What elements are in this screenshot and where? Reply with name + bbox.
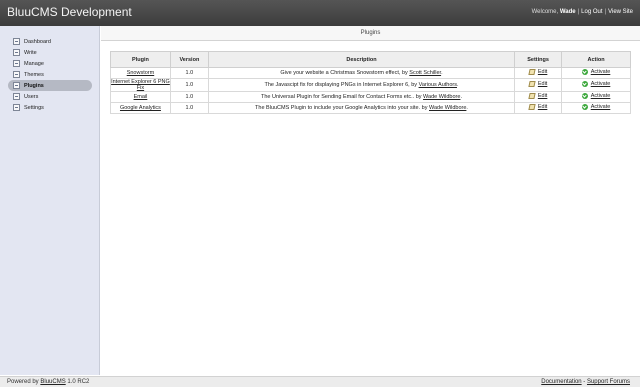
- table-row: Google Analytics 1.0 The BluuCMS Plugin …: [110, 102, 631, 114]
- edit-icon: [528, 81, 536, 87]
- dashboard-icon: [13, 38, 20, 45]
- activate-link[interactable]: Activate: [581, 81, 610, 87]
- sidebar-item-manage[interactable]: Manage: [8, 58, 92, 69]
- top-bar: BluuCMS Development Welcome, Wade | Log Ou…: [0, 0, 640, 26]
- sidebar-item-users[interactable]: Users: [8, 91, 92, 102]
- manage-icon: [13, 60, 20, 67]
- footer: Powered by BluuCMS 1.0 RC2 Documentation…: [0, 376, 640, 387]
- col-version: Version: [169, 51, 209, 68]
- sidebar-item-settings[interactable]: Settings: [8, 102, 92, 113]
- footer-powered-by: Powered by BluuCMS 1.0 RC2: [7, 379, 90, 385]
- user-name: Wade: [559, 9, 576, 15]
- sidebar-item-label: Themes: [24, 71, 44, 78]
- sidebar: Dashboard Write Manage Themes Plugins Us…: [0, 26, 100, 375]
- plugin-description: The Universal Plugin for Sending Email f…: [207, 91, 516, 103]
- plugins-icon: [13, 82, 20, 89]
- sidebar-item-plugins[interactable]: Plugins: [8, 80, 92, 91]
- support-forums-link[interactable]: Support Forums: [587, 379, 630, 385]
- activate-link[interactable]: Activate: [581, 104, 610, 110]
- sidebar-item-label: Plugins: [24, 82, 44, 89]
- sidebar-item-write[interactable]: Write: [8, 47, 92, 58]
- welcome-text: Welcome,: [531, 9, 560, 15]
- plugins-table: Plugin Version Description Settings Acti…: [110, 51, 631, 114]
- plugin-name-link[interactable]: Internet Explorer 6 PNG Fix: [111, 79, 170, 91]
- footer-links: Documentation - Support Forums: [541, 379, 630, 385]
- sidebar-item-label: Users: [24, 93, 39, 100]
- top-nav-separator: |: [604, 9, 607, 15]
- sidebar-item-label: Dashboard: [24, 38, 51, 45]
- documentation-link[interactable]: Documentation: [541, 379, 581, 385]
- bluucms-link[interactable]: BluuCMS: [40, 379, 65, 385]
- table-row: Snowstorm 1.0 Give your website a Christ…: [110, 67, 631, 79]
- edit-icon: [528, 104, 536, 110]
- sidebar-item-themes[interactable]: Themes: [8, 69, 92, 80]
- activate-link[interactable]: Activate: [581, 93, 610, 99]
- plugins-table-wrap: Plugin Version Description Settings Acti…: [110, 51, 631, 114]
- edit-settings-link[interactable]: Edit: [528, 69, 547, 75]
- edit-icon: [528, 69, 536, 75]
- plugin-version: 1.0: [169, 78, 209, 92]
- activate-icon: [581, 93, 588, 99]
- logout-link[interactable]: Log Out: [581, 9, 602, 15]
- edit-settings-link[interactable]: Edit: [528, 81, 547, 87]
- sidebar-item-label: Manage: [24, 60, 44, 67]
- plugin-name-link[interactable]: Email: [134, 94, 148, 100]
- author-link[interactable]: Scott Schiller: [409, 70, 441, 76]
- main-content: Plugins Plugin Version Description Setti…: [101, 26, 640, 375]
- footer-separator: -: [583, 379, 586, 385]
- table-row: Internet Explorer 6 PNG Fix 1.0 The Java…: [110, 78, 631, 92]
- plugin-version: 1.0: [169, 67, 209, 79]
- themes-icon: [13, 71, 20, 78]
- plugin-version: 1.0: [169, 102, 209, 114]
- sidebar-item-dashboard[interactable]: Dashboard: [8, 36, 92, 47]
- edit-icon: [528, 93, 536, 99]
- col-plugin: Plugin: [110, 51, 171, 68]
- plugin-description: The BluuCMS Plugin to include your Googl…: [207, 102, 516, 114]
- table-header-row: Plugin Version Description Settings Acti…: [110, 51, 631, 68]
- author-link[interactable]: Various Authors: [419, 82, 457, 88]
- sidebar-item-label: Settings: [24, 104, 44, 111]
- top-nav: Welcome, Wade | Log Out | View Site: [532, 9, 633, 15]
- activate-icon: [581, 104, 588, 110]
- plugin-version: 1.0: [169, 91, 209, 103]
- plugin-name-link[interactable]: Google Analytics: [120, 105, 161, 111]
- edit-settings-link[interactable]: Edit: [528, 104, 547, 110]
- plugin-description: The Javascipt fix for displaying PNGs in…: [207, 78, 516, 92]
- plugin-name-link[interactable]: Snowstorm: [127, 70, 155, 76]
- table-row: Email 1.0 The Universal Plugin for Sendi…: [110, 91, 631, 103]
- write-icon: [13, 49, 20, 56]
- author-link[interactable]: Wade Wildbore: [429, 105, 466, 111]
- app-title: BluuCMS Development: [7, 5, 132, 19]
- edit-settings-link[interactable]: Edit: [528, 93, 547, 99]
- top-nav-separator: |: [577, 9, 580, 15]
- sidebar-item-label: Write: [24, 49, 37, 56]
- users-icon: [13, 93, 20, 100]
- view-site-link[interactable]: View Site: [608, 9, 633, 15]
- plugin-description: Give your website a Christmas Snowstorm …: [207, 67, 516, 79]
- col-settings: Settings: [514, 51, 563, 68]
- settings-icon: [13, 104, 20, 111]
- page-title: Plugins: [101, 26, 640, 41]
- activate-link[interactable]: Activate: [581, 69, 610, 75]
- col-action: Action: [561, 51, 631, 68]
- activate-icon: [581, 81, 588, 87]
- sidebar-nav: Dashboard Write Manage Themes Plugins Us…: [8, 36, 92, 113]
- author-link[interactable]: Wade Wildbore: [423, 94, 460, 100]
- activate-icon: [581, 69, 588, 75]
- col-description: Description: [207, 51, 516, 68]
